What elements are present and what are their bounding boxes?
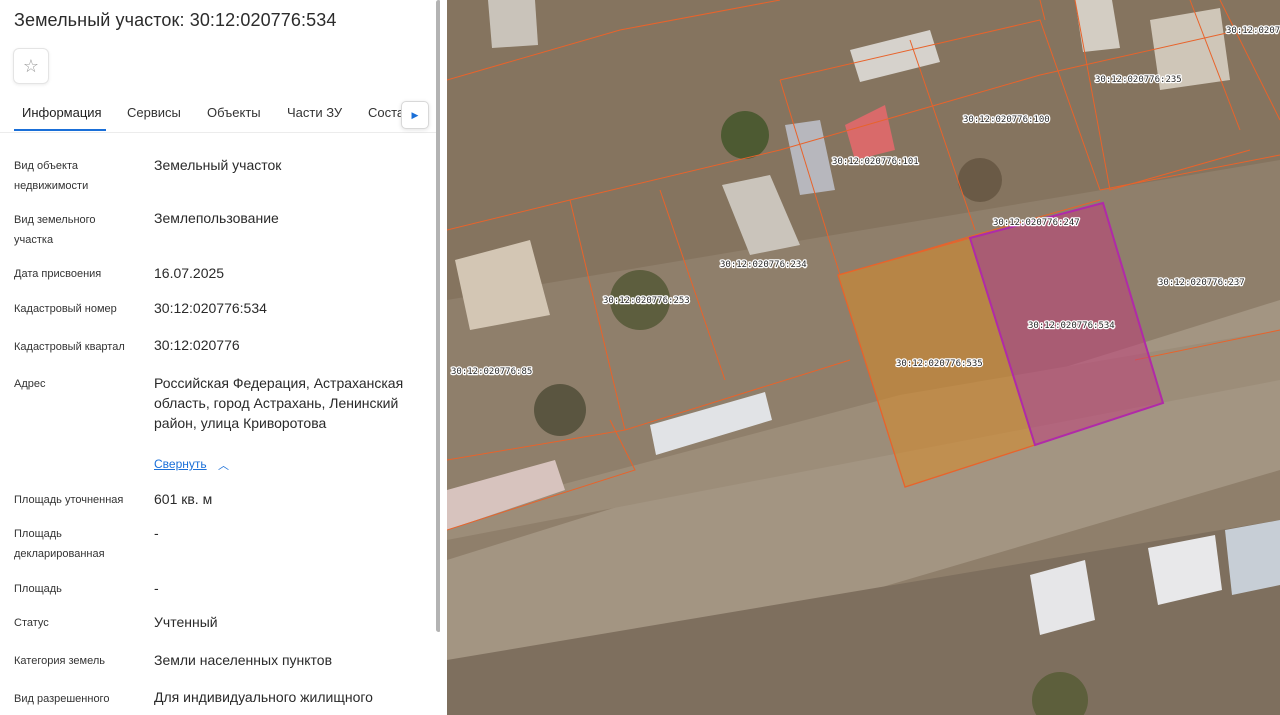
map-tree [534, 384, 586, 436]
object-type-label: Вид объекта недвижимости [14, 160, 89, 192]
parcel-label-100: 30:12:020776:100 [963, 115, 1050, 125]
tab-objects[interactable]: Объекты [207, 105, 261, 120]
parcel-label-234: 30:12:020776:234 [720, 260, 807, 270]
info-panel: Земельный участок: 30:12:020776:534 ☆ Ин… [0, 0, 440, 715]
tab-services[interactable]: Сервисы [127, 105, 181, 120]
area-refined-value: 601 кв. м [154, 491, 213, 507]
status-label: Статус [14, 617, 49, 629]
area-declared-value: - [154, 525, 159, 541]
area-label: Площадь [14, 583, 62, 595]
chevron-up-icon[interactable]: ︿ [218, 457, 229, 473]
parcel-label-253: 30:12:020776:253 [603, 296, 690, 306]
permitted-use-label: Вид разрешенного [14, 693, 110, 705]
favorite-button[interactable]: ☆ [13, 48, 49, 84]
tab-bar: Информация Сервисы Объекты Части ЗУ Сост… [0, 96, 436, 133]
permitted-use-value: Для индивидуального жилищного [154, 689, 373, 705]
map-tree [721, 111, 769, 159]
address-value: Российская Федерация, Астраханская облас… [154, 375, 404, 431]
object-type-value: Земельный участок [154, 157, 282, 173]
parcel-label-534: 30:12:020776:534 [1028, 321, 1115, 331]
status-value: Учтенный [154, 614, 218, 630]
map-tree [958, 158, 1002, 202]
active-tab-indicator [14, 129, 106, 131]
panel-scrollbar[interactable] [436, 0, 440, 632]
parcel-label-235: 30:12:020776:235 [1095, 75, 1182, 85]
cad-number-label: Кадастровый номер [14, 303, 117, 315]
cadastral-map[interactable]: 30:12:020776:235 30:12:020776:100 30:12:… [447, 0, 1280, 715]
area-declared-label: Площадь декларированная [14, 528, 105, 560]
map-roof [488, 0, 538, 48]
cad-number-value: 30:12:020776:534 [154, 300, 267, 316]
land-category-label: Категория земель [14, 655, 105, 667]
area-value: - [154, 580, 159, 596]
cad-quarter-value: 30:12:020776 [154, 337, 240, 353]
assign-date-label: Дата присвоения [14, 268, 102, 280]
tab-information[interactable]: Информация [22, 105, 102, 120]
chevron-right-icon: ▶ [411, 109, 419, 120]
tab-parts[interactable]: Части ЗУ [287, 105, 342, 120]
collapse-address-link[interactable]: Свернуть [154, 457, 207, 471]
page-title: Земельный участок: 30:12:020776:534 [14, 10, 337, 30]
tabs-scroll-right-button[interactable]: ▶ [401, 101, 429, 129]
star-outline-icon: ☆ [22, 55, 40, 76]
parcel-label-edge: 30:12:02077 [1226, 26, 1280, 36]
parcel-label-237: 30:12:020776:237 [1158, 278, 1245, 288]
map-roof [1225, 520, 1280, 595]
land-type-value: Землепользование [154, 210, 279, 226]
cad-quarter-label: Кадастровый квартал [14, 341, 125, 353]
parcel-label-535: 30:12:020776:535 [896, 359, 983, 369]
land-type-label: Вид земельного участка [14, 214, 96, 246]
area-refined-label: Площадь уточненная [14, 494, 124, 506]
address-label: Адрес [14, 378, 46, 390]
parcel-label-85: 30:12:020776:85 [451, 367, 532, 377]
parcel-label-101: 30:12:020776:101 [832, 157, 919, 167]
assign-date-value: 16.07.2025 [154, 265, 225, 281]
land-category-value: Земли населенных пунктов [154, 652, 333, 668]
parcel-label-247: 30:12:020776:247 [993, 218, 1080, 228]
